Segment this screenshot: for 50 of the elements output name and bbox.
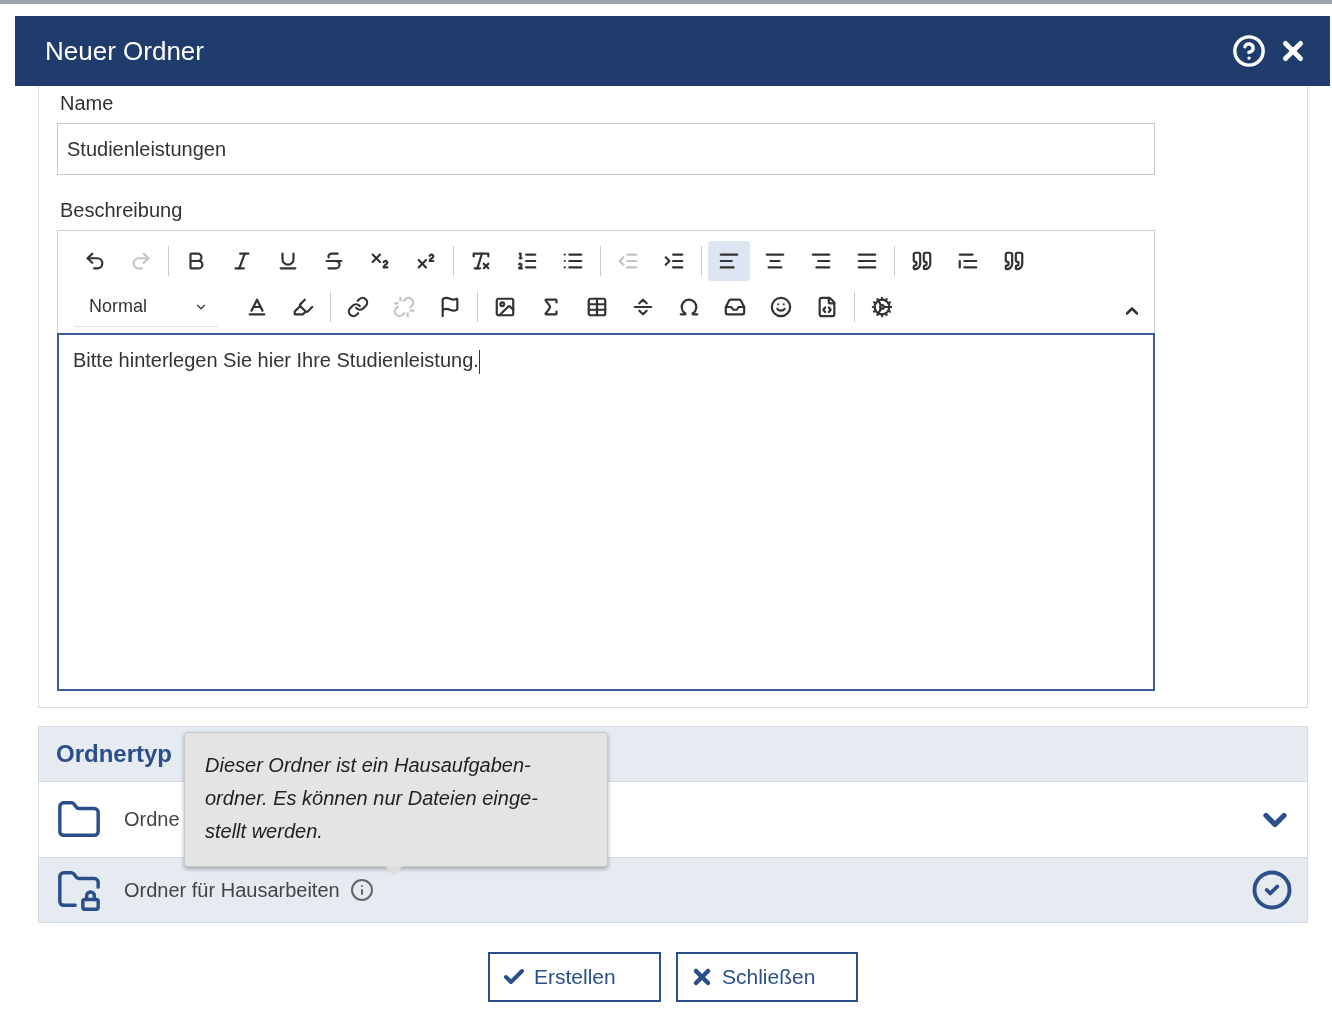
dialog-title: Neuer Ordner: [45, 35, 204, 67]
highlighter-icon: [292, 296, 314, 318]
underline-icon: [277, 250, 299, 272]
superscript-icon: [415, 250, 437, 272]
section-title: Ordnertyp: [56, 740, 172, 768]
quote-icon: [1003, 250, 1025, 272]
editor-area[interactable]: Bitte hinterlegen Sie hier Ihre Studienleistung.: [57, 333, 1155, 691]
gear-icon: [871, 296, 893, 318]
text-color-icon: [246, 296, 268, 318]
quote-block-icon: [957, 250, 979, 272]
field-label: Name: [59, 91, 115, 116]
bullet-list-icon: [562, 250, 584, 272]
button-label: Erstellen: [534, 965, 616, 989]
outdent-icon: [617, 250, 639, 272]
image-icon: [494, 296, 516, 318]
align-justify-icon: [856, 250, 878, 272]
align-center-icon: [764, 250, 786, 272]
check-circle-icon: [1251, 869, 1293, 911]
option-label: Ordne: [124, 808, 180, 831]
code-file-icon: [816, 296, 838, 318]
undo-icon: [84, 250, 106, 272]
editor-text: Bitte hinterlegen Sie hier Ihre Studienleistung.: [73, 349, 479, 371]
align-left-button[interactable]: [708, 241, 750, 281]
close-dialog-button[interactable]: Schließen: [676, 952, 858, 1002]
quote-icon: [911, 250, 933, 272]
align-left-icon: [718, 250, 740, 272]
help-icon: [1232, 34, 1266, 68]
button-label: Schließen: [722, 965, 816, 989]
clear-format-icon: [470, 250, 492, 272]
link-icon: [347, 296, 369, 318]
create-button[interactable]: Erstellen: [488, 952, 661, 1002]
option-label: Ordner für Hausarbeiten: [124, 878, 340, 902]
strikethrough-icon: [323, 250, 345, 272]
field-label: Beschreibung: [59, 198, 184, 223]
subscript-icon: [369, 250, 391, 272]
numbered-list-icon: [516, 250, 538, 272]
redo-icon: [130, 250, 152, 272]
flag-icon: [439, 296, 461, 318]
indent-icon: [663, 250, 685, 272]
name-input[interactable]: Studienleistungen: [57, 123, 1155, 175]
omega-icon: [678, 296, 700, 318]
smiley-icon: [770, 296, 792, 318]
folder-type-option[interactable]: Ordner für Hausarbeiten: [39, 857, 1307, 922]
help-button[interactable]: [1232, 34, 1266, 68]
unlink-icon: [393, 296, 415, 318]
align-right-icon: [810, 250, 832, 272]
horizontal-rule-icon: [632, 296, 654, 318]
table-icon: [586, 296, 608, 318]
tray-icon: [724, 296, 746, 318]
info-icon[interactable]: [349, 878, 374, 902]
